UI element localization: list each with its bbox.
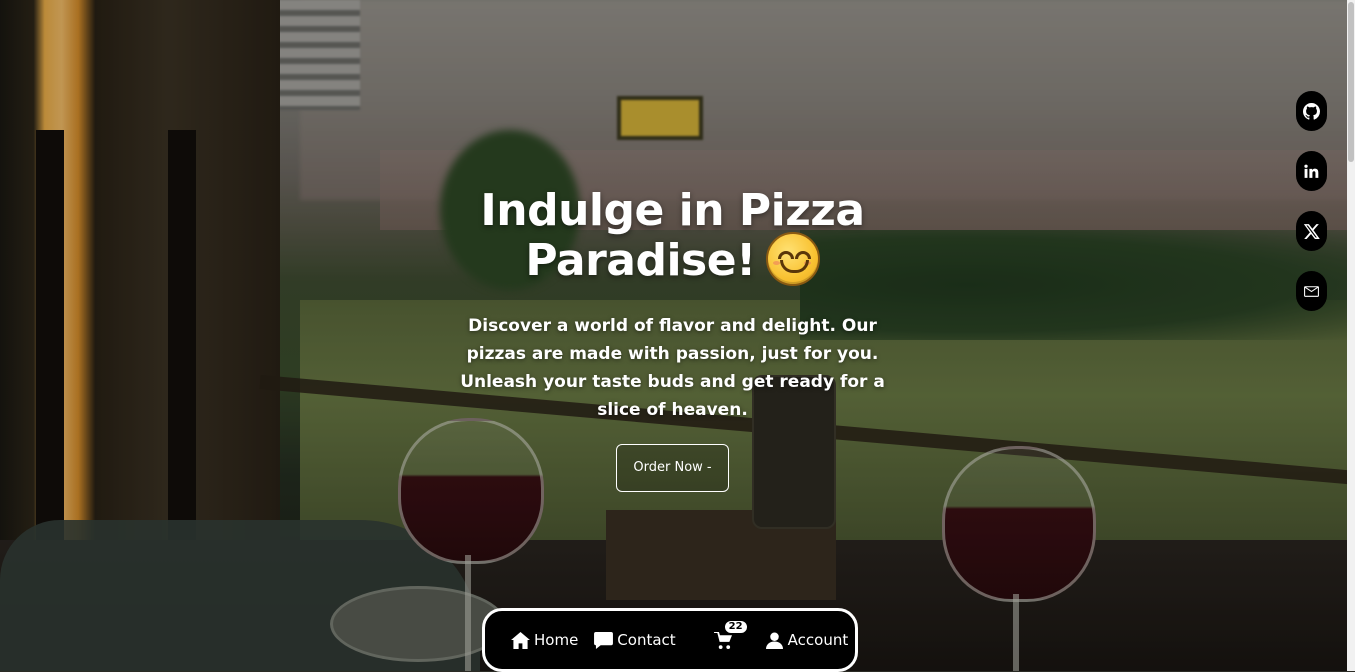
cart-icon — [713, 631, 732, 649]
scrollbar-thumb[interactable] — [1348, 2, 1354, 162]
hero-description: Discover a world of flavor and delight. … — [460, 316, 885, 420]
hero-title-line2: Paradise! — [525, 235, 756, 286]
nav-account[interactable]: Account — [765, 631, 849, 649]
nav-cart[interactable]: 22 — [713, 619, 748, 649]
hero-title-line1: Indulge in Pizza — [480, 185, 865, 236]
social-links — [1296, 91, 1327, 311]
x-icon[interactable] — [1296, 211, 1327, 251]
hero-section: Indulge in Pizza Paradise! Discover a wo… — [430, 186, 915, 492]
github-icon[interactable] — [1296, 91, 1327, 131]
nav-contact-label: Contact — [617, 631, 676, 649]
nav-home[interactable]: Home — [511, 631, 578, 649]
chat-bubble-icon — [594, 631, 614, 649]
user-icon — [765, 631, 783, 649]
home-icon — [511, 631, 530, 649]
nav-account-label: Account — [787, 631, 849, 649]
linkedin-icon[interactable] — [1296, 151, 1327, 191]
smiling-face-icon — [765, 232, 820, 286]
mail-icon[interactable] — [1296, 271, 1327, 311]
hero-title: Indulge in Pizza Paradise! — [430, 186, 915, 290]
page-scrollbar[interactable] — [1347, 0, 1355, 671]
order-now-button[interactable]: Order Now - — [616, 444, 729, 492]
cart-count-badge: 22 — [723, 619, 748, 634]
nav-home-label: Home — [534, 631, 579, 649]
nav-contact[interactable]: Contact — [594, 631, 676, 649]
bottom-navigation: Home Contact 22 Account — [482, 608, 858, 672]
